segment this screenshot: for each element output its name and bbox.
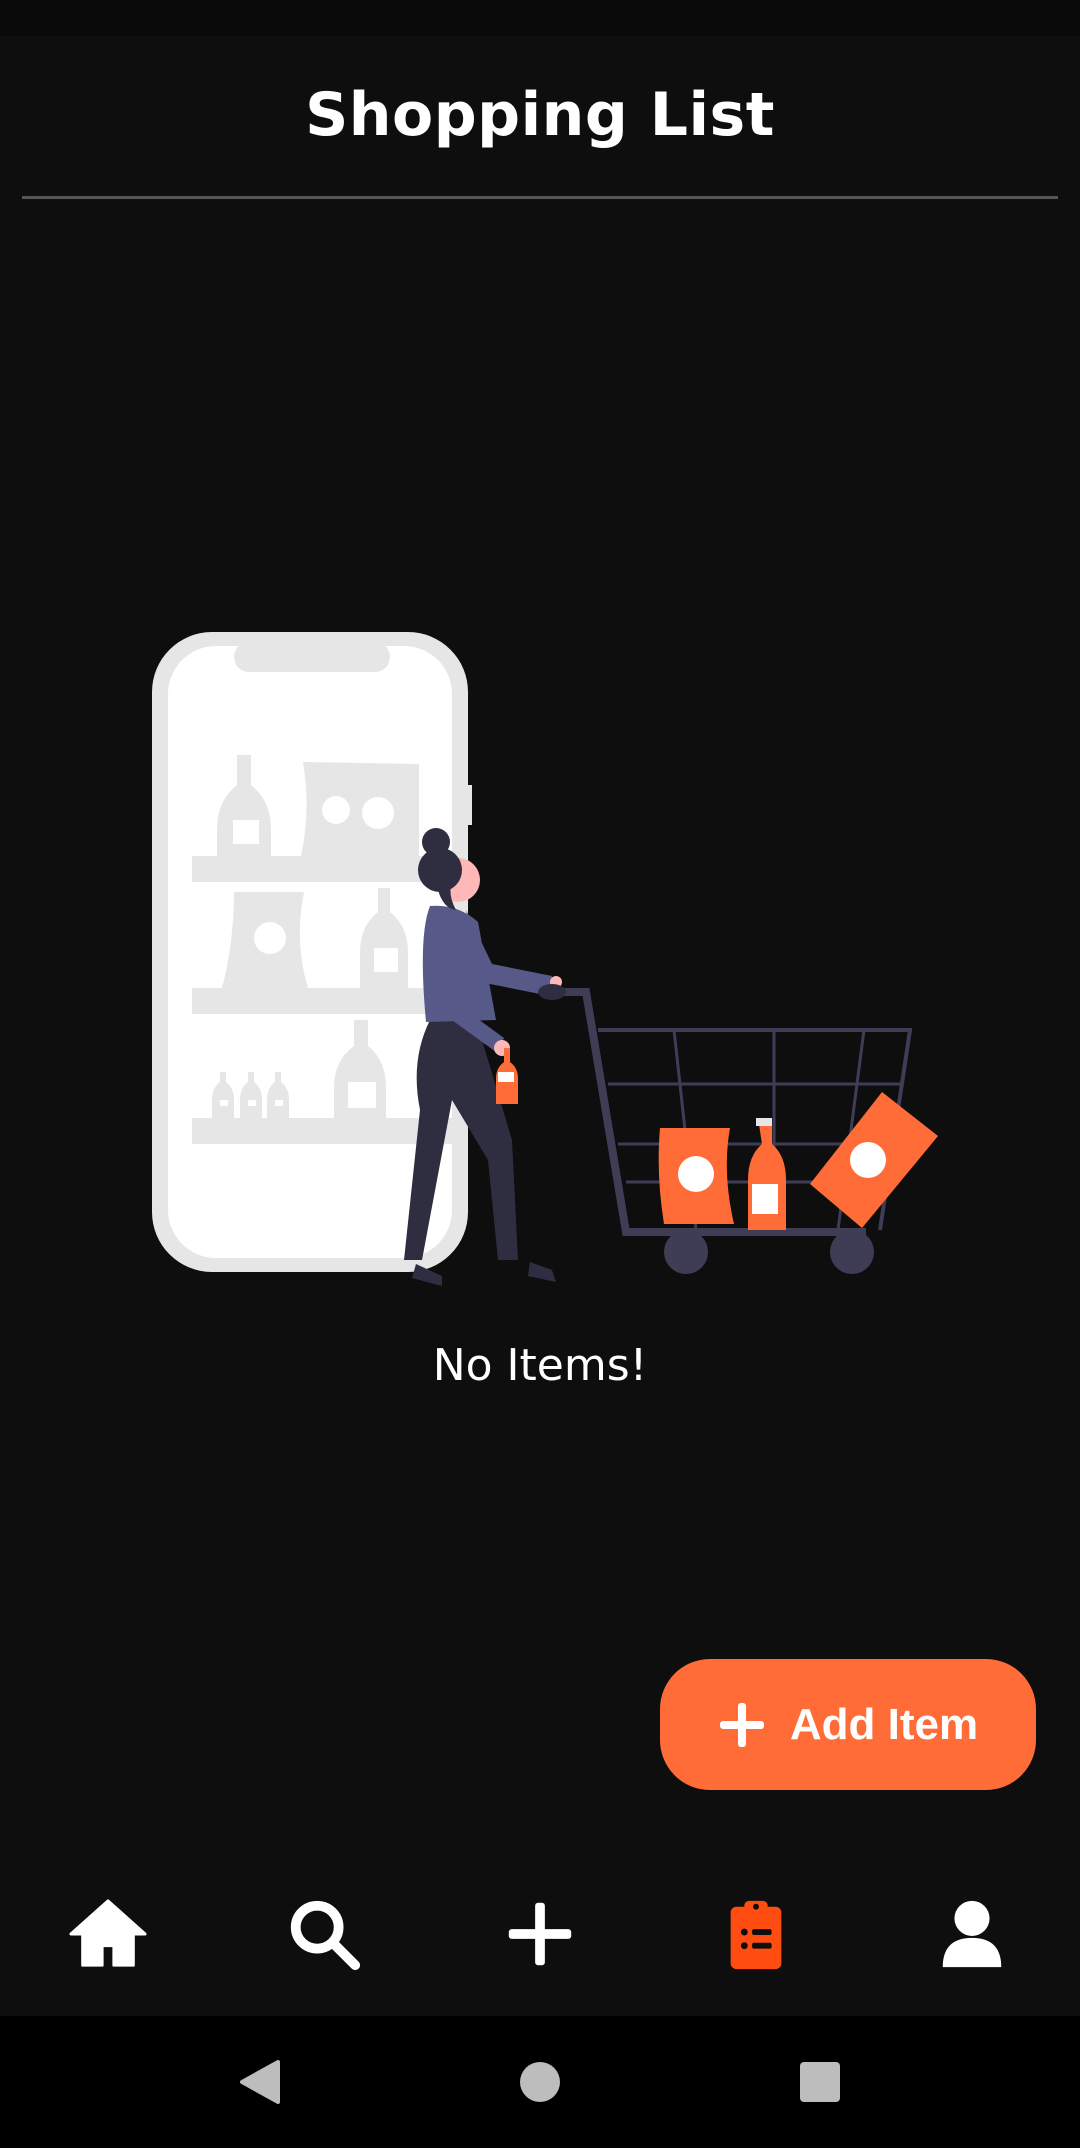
nav-search[interactable] bbox=[264, 1874, 384, 1994]
recents-button[interactable] bbox=[790, 2052, 850, 2112]
system-navigation-bar bbox=[0, 2016, 1080, 2148]
empty-cart-illustration bbox=[152, 632, 938, 1286]
home-icon bbox=[69, 1899, 147, 1967]
square-icon bbox=[800, 2062, 840, 2102]
plus-icon bbox=[508, 1902, 572, 1966]
empty-state-message: No Items! bbox=[432, 1340, 648, 1391]
add-item-button[interactable]: Add Item bbox=[660, 1659, 1036, 1790]
nav-shopping-list[interactable] bbox=[696, 1874, 816, 1994]
status-bar bbox=[0, 0, 1080, 36]
clipboard-list-icon bbox=[730, 1900, 782, 1970]
back-button[interactable] bbox=[230, 2052, 290, 2112]
add-item-label: Add Item bbox=[789, 1699, 979, 1749]
bottom-navigation bbox=[0, 1852, 1080, 2016]
plus-icon bbox=[719, 1702, 764, 1747]
home-system-button[interactable] bbox=[510, 2052, 570, 2112]
nav-home[interactable] bbox=[48, 1874, 168, 1994]
nav-add[interactable] bbox=[480, 1874, 600, 1994]
header-divider bbox=[22, 196, 1058, 199]
circle-icon bbox=[520, 2062, 560, 2102]
back-triangle-icon bbox=[240, 2060, 280, 2104]
page-title: Shopping List bbox=[305, 80, 775, 150]
user-icon bbox=[942, 1900, 1002, 1968]
search-icon bbox=[290, 1900, 361, 1971]
nav-profile[interactable] bbox=[912, 1874, 1032, 1994]
header: Shopping List bbox=[0, 36, 1080, 196]
